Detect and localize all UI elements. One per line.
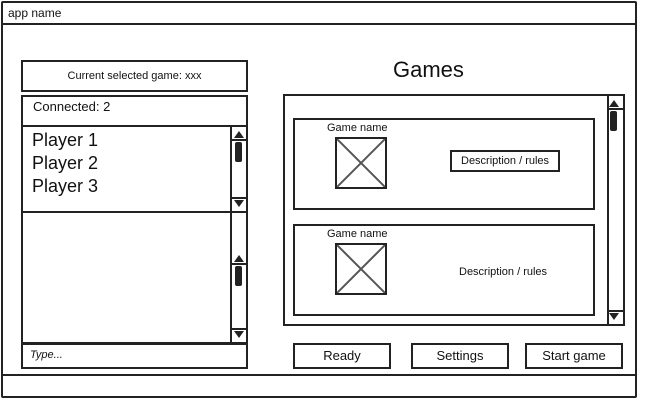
scrollbar-divider: [607, 108, 623, 110]
connected-count: Connected: 2: [21, 95, 248, 127]
settings-button[interactable]: Settings: [411, 343, 509, 369]
app-window: app name Current selected game: xxx Conn…: [1, 1, 637, 398]
game-description-button[interactable]: Description / rules: [450, 150, 561, 172]
scroll-up-arrow-icon[interactable]: [234, 131, 244, 138]
game-description: Description / rules: [459, 266, 548, 278]
status-bar: [3, 374, 635, 396]
scrollbar-divider: [607, 310, 623, 312]
start-game-button[interactable]: Start game: [525, 343, 623, 369]
scroll-down-arrow-icon[interactable]: [234, 200, 244, 207]
current-selected-game-label: Current selected game: xxx: [21, 60, 248, 92]
title-bar: app name: [3, 3, 635, 25]
chat-input-placeholder: Type...: [30, 349, 63, 361]
current-game-text: Current selected game: xxx: [67, 70, 202, 82]
scroll-up-arrow-icon[interactable]: [609, 100, 619, 107]
connected-text: Connected: 2: [33, 99, 111, 114]
game-card[interactable]: Game name Description / rules: [293, 224, 595, 316]
games-heading: Games: [393, 57, 464, 82]
games-list[interactable]: Game name Description / rules Game name …: [283, 94, 625, 326]
player-item[interactable]: Player 2: [23, 152, 98, 175]
players-list[interactable]: Player 1 Player 2 Player 3: [21, 125, 248, 213]
scrollbar-thumb[interactable]: [235, 142, 242, 162]
chat-input[interactable]: Type...: [21, 343, 248, 369]
game-name: Game name: [327, 122, 388, 134]
image-placeholder-icon: [335, 137, 387, 189]
scrollbar-divider: [232, 197, 246, 199]
scroll-up-arrow-icon[interactable]: [234, 255, 244, 262]
players-list-items: Player 1 Player 2 Player 3: [23, 129, 98, 198]
chat-log[interactable]: [21, 211, 248, 344]
app-title: app name: [8, 6, 62, 20]
games-scrollbar-track[interactable]: [607, 96, 623, 324]
chat-scrollbar[interactable]: [230, 213, 246, 342]
player-item[interactable]: Player 1: [23, 129, 98, 152]
game-name: Game name: [327, 228, 388, 240]
players-scrollbar[interactable]: [230, 127, 246, 211]
scroll-down-arrow-icon[interactable]: [609, 313, 619, 320]
scrollbar-divider: [232, 263, 246, 265]
scrollbar-thumb[interactable]: [610, 111, 617, 131]
image-placeholder-icon: [335, 243, 387, 295]
ready-button[interactable]: Ready: [293, 343, 391, 369]
scroll-down-arrow-icon[interactable]: [234, 331, 244, 338]
game-card[interactable]: Game name Description / rules: [293, 118, 595, 210]
scrollbar-thumb[interactable]: [235, 266, 242, 286]
scrollbar-divider: [232, 328, 246, 330]
scrollbar-divider: [232, 139, 246, 141]
games-scrollbar[interactable]: [607, 96, 623, 324]
player-item[interactable]: Player 3: [23, 175, 98, 198]
